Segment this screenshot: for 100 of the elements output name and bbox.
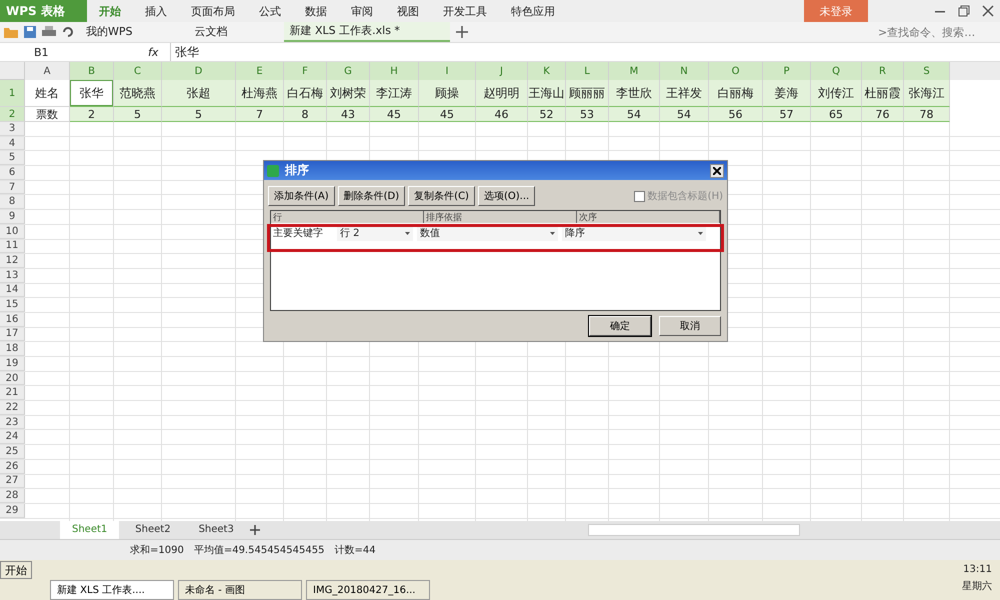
- column-header[interactable]: E: [236, 62, 284, 80]
- row-header[interactable]: 2: [0, 107, 25, 122]
- column-header[interactable]: B: [70, 62, 114, 80]
- row-header[interactable]: 23: [0, 416, 25, 430]
- row-header[interactable]: 16: [0, 312, 25, 327]
- row-header[interactable]: 8: [0, 195, 25, 210]
- close-icon[interactable]: [982, 5, 994, 17]
- row-header[interactable]: 18: [0, 342, 25, 356]
- caret-icon[interactable]: [550, 232, 555, 235]
- taskbar-window[interactable]: IMG_20180427_16...: [306, 580, 430, 600]
- ribbon-tab[interactable]: 插入: [132, 4, 179, 18]
- formula-field[interactable]: 张华: [170, 43, 1000, 61]
- row-header[interactable]: 12: [0, 254, 25, 268]
- column-header[interactable]: I: [419, 62, 476, 80]
- row-header[interactable]: 10: [0, 224, 25, 238]
- document-tab[interactable]: 云文档: [188, 22, 278, 42]
- column-header: 排序依据: [424, 211, 577, 224]
- column-header[interactable]: H: [370, 62, 419, 80]
- row-header[interactable]: 27: [0, 474, 25, 488]
- row-header[interactable]: 9: [0, 210, 25, 224]
- table-cell: 王祥发: [660, 80, 709, 107]
- row-header[interactable]: 7: [0, 180, 25, 194]
- table-cell: 顾丽丽: [566, 80, 609, 107]
- toolbar-button[interactable]: 选项(O)...: [478, 186, 536, 206]
- taskbar-window[interactable]: 新建 XLS 工作表....: [50, 580, 174, 600]
- table-cell: 李江涛: [370, 80, 419, 107]
- column-header[interactable]: S: [904, 62, 950, 80]
- document-tab[interactable]: 新建 XLS 工作表.xls *: [284, 22, 450, 42]
- table-cell: 5: [162, 107, 236, 122]
- column-header[interactable]: L: [566, 62, 609, 80]
- toolbar-button[interactable]: 复制条件(C): [408, 186, 475, 206]
- row-header[interactable]: 20: [0, 372, 25, 386]
- row-header[interactable]: 29: [0, 504, 25, 518]
- row-header[interactable]: 14: [0, 284, 25, 298]
- column-header[interactable]: O: [709, 62, 763, 80]
- ribbon-tab[interactable]: 页面布局: [178, 4, 247, 18]
- row-header[interactable]: 17: [0, 328, 25, 342]
- row-header[interactable]: 11: [0, 240, 25, 254]
- row-header[interactable]: 15: [0, 298, 25, 312]
- column-header[interactable]: P: [763, 62, 811, 80]
- close-button[interactable]: [710, 164, 724, 178]
- sheet-tab[interactable]: Sheet3: [186, 521, 246, 539]
- column-header[interactable]: K: [528, 62, 566, 80]
- column-header[interactable]: R: [862, 62, 904, 80]
- row-header[interactable]: 26: [0, 460, 25, 474]
- column-header[interactable]: F: [284, 62, 327, 80]
- table-cell: 白丽梅: [709, 80, 763, 107]
- row-header[interactable]: 22: [0, 401, 25, 415]
- row-header[interactable]: 13: [0, 268, 25, 283]
- caret-icon[interactable]: [698, 232, 703, 235]
- ribbon-tab[interactable]: 视图: [384, 4, 431, 18]
- row-header[interactable]: 28: [0, 489, 25, 503]
- row-header[interactable]: 6: [0, 166, 25, 180]
- row-header[interactable]: 4: [0, 136, 25, 150]
- ribbon-tab[interactable]: 审阅: [338, 4, 385, 18]
- column-header[interactable]: D: [162, 62, 236, 80]
- status-text: 平均值=49.545454545455: [194, 544, 324, 557]
- ribbon-tab[interactable]: 开始: [86, 4, 133, 18]
- column-header[interactable]: C: [114, 62, 162, 80]
- add-sheet-icon[interactable]: [250, 525, 260, 535]
- row-header[interactable]: 3: [0, 122, 25, 136]
- function-label[interactable]: fx: [148, 46, 170, 58]
- sheet-tab[interactable]: Sheet2: [123, 521, 183, 539]
- toolbar-button[interactable]: 添加条件(A): [268, 186, 335, 206]
- close-icon[interactable]: [713, 166, 721, 175]
- sheet-tab[interactable]: Sheet1: [60, 521, 120, 539]
- column-header[interactable]: Q: [811, 62, 862, 80]
- ribbon-tab[interactable]: 特色应用: [498, 4, 567, 18]
- dialog-button[interactable]: 确定: [589, 316, 651, 336]
- start-button[interactable]: 开始: [0, 561, 32, 579]
- row-header[interactable]: 21: [0, 386, 25, 400]
- caret-icon[interactable]: [405, 232, 410, 235]
- ribbon-tab[interactable]: 公式: [246, 4, 293, 18]
- ribbon-tab[interactable]: 开发工具: [430, 4, 499, 18]
- toolbar-button[interactable]: 删除条件(D): [338, 186, 406, 206]
- column-header[interactable]: N: [660, 62, 709, 80]
- table-cell: 姜海: [763, 80, 811, 107]
- row-header[interactable]: 24: [0, 430, 25, 444]
- column-header[interactable]: G: [327, 62, 370, 80]
- row-header[interactable]: 5: [0, 151, 25, 166]
- table-cell: 5: [114, 107, 162, 122]
- horizontal-scrollbar[interactable]: [588, 524, 800, 536]
- print-icon[interactable]: [42, 26, 56, 38]
- row-header[interactable]: 1: [0, 80, 25, 107]
- add-tab-icon[interactable]: [456, 26, 468, 38]
- ribbon-tab[interactable]: 数据: [292, 4, 339, 18]
- taskbar-window[interactable]: 未命名 - 画图: [178, 580, 302, 600]
- undo-icon[interactable]: [62, 26, 74, 38]
- table-cell: 53: [566, 107, 609, 122]
- column-header: 次序: [577, 211, 720, 224]
- cell-reference-field[interactable]: B1: [0, 46, 90, 58]
- column-header[interactable]: J: [476, 62, 528, 80]
- row-header[interactable]: 19: [0, 357, 25, 371]
- search-field[interactable]: >查找命令、搜索…: [876, 24, 1000, 40]
- restore-icon[interactable]: [958, 5, 970, 17]
- row-header[interactable]: 25: [0, 445, 25, 459]
- dialog-button[interactable]: 取消: [659, 316, 721, 336]
- document-tab[interactable]: 我的WPS: [80, 22, 182, 42]
- save-icon[interactable]: [24, 26, 36, 38]
- column-header[interactable]: M: [609, 62, 660, 80]
